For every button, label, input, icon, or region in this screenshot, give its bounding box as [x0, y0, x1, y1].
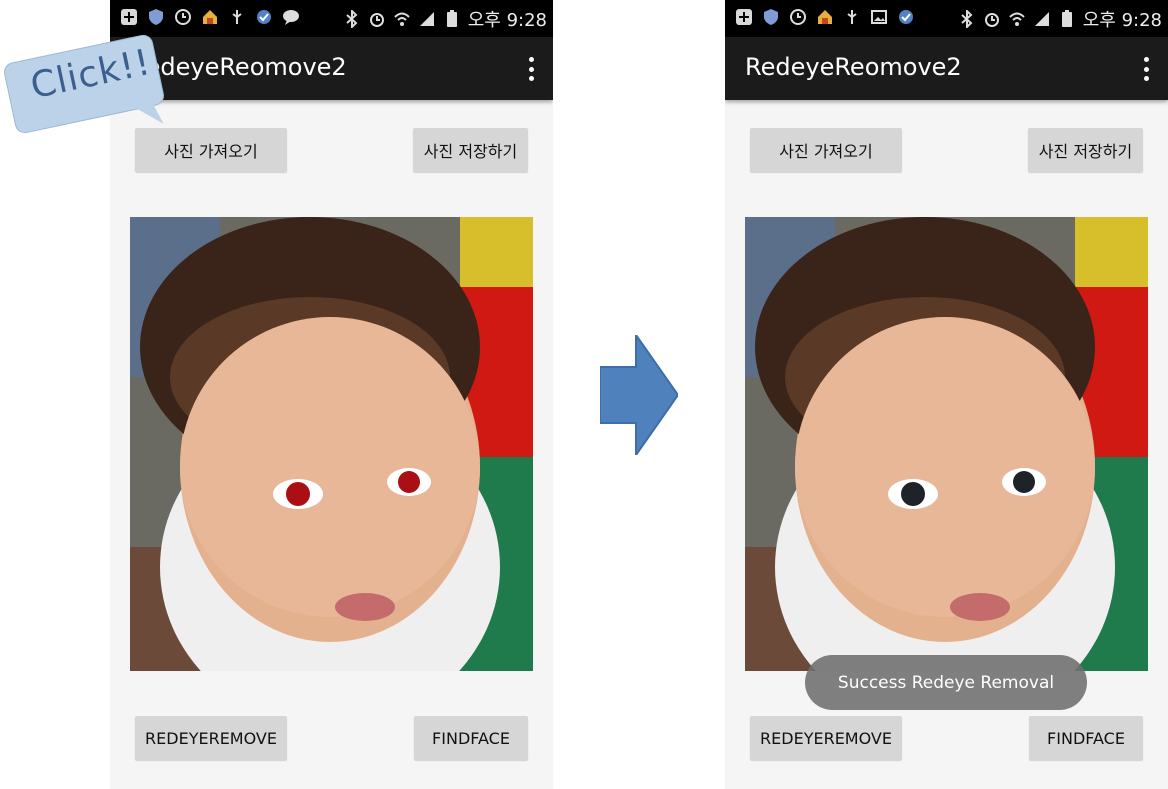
status-icons [735, 8, 915, 26]
status-right: 오후 9:28 [343, 6, 547, 32]
add-icon [736, 9, 752, 25]
signal-icon [419, 12, 434, 26]
chat-icon [283, 10, 299, 25]
overflow-menu-icon[interactable] [529, 57, 535, 81]
image-icon [871, 10, 887, 24]
shield-check-icon [257, 10, 271, 24]
child-photo-redeye [130, 217, 533, 671]
wifi-icon [1009, 12, 1025, 26]
status-icons [120, 8, 300, 26]
save-photo-button[interactable]: 사진 저장하기 [413, 128, 528, 172]
find-face-button[interactable]: FINDFACE [414, 716, 528, 760]
status-time: 오후 9:28 [1082, 10, 1162, 31]
overflow-menu-icon[interactable] [1144, 57, 1150, 81]
add-icon [121, 9, 137, 25]
bluetooth-icon [346, 10, 358, 28]
status-bar: 오후 9:28 [725, 0, 1168, 37]
action-bar: RedeyeReomove2 [725, 37, 1168, 100]
status-right: 오후 9:28 [958, 6, 1162, 32]
bluetooth-icon [961, 10, 973, 28]
arrow-right-icon [600, 335, 678, 455]
load-photo-button[interactable]: 사진 가져오기 [135, 128, 287, 172]
app-title: RedeyeReomove2 [130, 53, 347, 81]
success-toast: Success Redeye Removal [805, 655, 1087, 710]
action-bar: RedeyeReomove2 [110, 37, 553, 100]
shield-check-icon [899, 10, 913, 24]
alarm-icon [369, 13, 384, 27]
find-face-button[interactable]: FINDFACE [1029, 716, 1143, 760]
usb-icon [232, 10, 242, 24]
wifi-icon [394, 12, 410, 26]
shield-icon [149, 9, 163, 25]
home-icon [203, 10, 217, 24]
status-time: 오후 9:28 [467, 10, 547, 31]
left-phone-screen: 오후 9:28 RedeyeReomove2 사진 가져오기 사진 저장하기 R… [110, 0, 553, 789]
usb-icon [847, 10, 857, 24]
signal-icon [1034, 12, 1049, 26]
clock-icon [790, 9, 806, 25]
app-title: RedeyeReomove2 [745, 53, 962, 81]
battery-icon [1061, 10, 1072, 27]
redeye-remove-button[interactable]: REDEYEREMOVE [135, 716, 287, 760]
alarm-icon [984, 13, 999, 27]
save-photo-button[interactable]: 사진 저장하기 [1028, 128, 1143, 172]
right-phone-screen: 오후 9:28 RedeyeReomove2 사진 가져오기 사진 저장하기 S… [725, 0, 1168, 789]
redeye-remove-button[interactable]: REDEYEREMOVE [750, 716, 902, 760]
child-photo-corrected [745, 217, 1148, 671]
clock-icon [175, 9, 191, 25]
battery-icon [446, 10, 457, 27]
status-bar: 오후 9:28 [110, 0, 553, 37]
load-photo-button[interactable]: 사진 가져오기 [750, 128, 902, 172]
shield-icon [764, 9, 778, 25]
home-icon [818, 10, 832, 24]
